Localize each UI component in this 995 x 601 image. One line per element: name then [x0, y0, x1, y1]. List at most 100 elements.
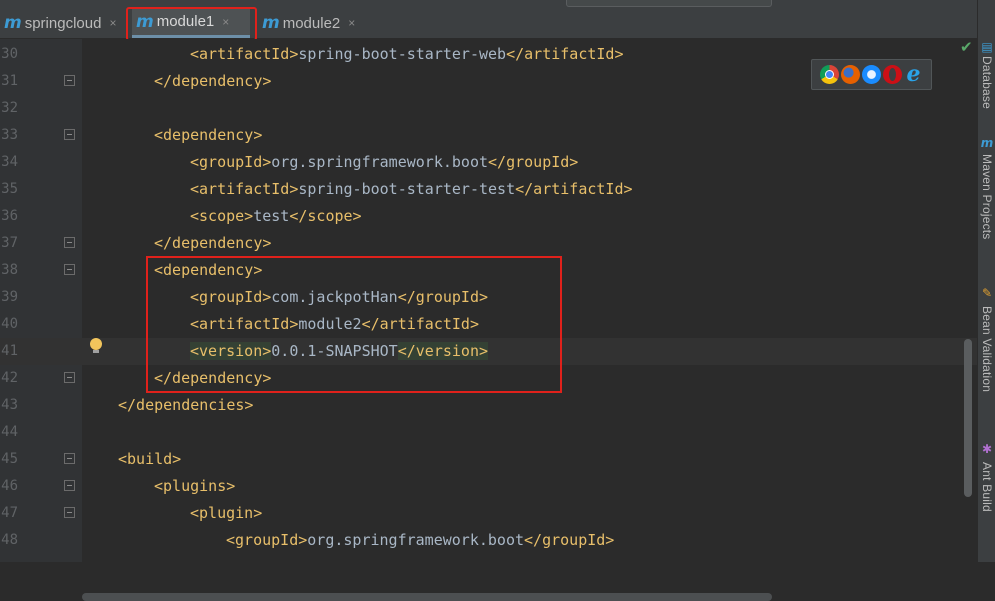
line-number: 36 — [1, 208, 18, 224]
side-button-bean-validation[interactable]: ✎ Bean Validation — [978, 286, 995, 406]
code-line[interactable]: 36 <scope>test</scope> — [0, 203, 977, 230]
line-number: 44 — [1, 424, 18, 440]
tab-module2[interactable]: m module2 × — [258, 8, 368, 38]
xml-tag: <build> — [118, 450, 182, 468]
line-number: 32 — [1, 100, 18, 116]
line-number: 38 — [1, 262, 18, 278]
fold-marker-icon[interactable] — [64, 372, 75, 383]
code-text: </dependency> — [154, 68, 271, 95]
code-text: </dependencies> — [118, 392, 253, 419]
line-number: 39 — [1, 289, 18, 305]
xml-tag: <plugin> — [190, 504, 263, 522]
xml-text: spring-boot-starter-test — [298, 180, 516, 198]
vertical-scrollbar[interactable] — [964, 339, 972, 497]
lightbulb-icon[interactable] — [90, 338, 102, 353]
side-button-ant-build[interactable]: ✱ Ant Build — [978, 442, 995, 522]
line-number: 48 — [1, 532, 18, 548]
code-line[interactable]: 34 <groupId>org.springframework.boot</gro… — [0, 149, 977, 176]
code-line[interactable]: 33 <dependency> — [0, 122, 977, 149]
xml-tag: </dependency> — [154, 234, 272, 252]
tab-label: module2 — [282, 14, 341, 32]
code-text: <plugin> — [190, 500, 262, 527]
xml-tag: </dependencies> — [118, 396, 254, 414]
code-line[interactable]: 45 <build> — [0, 446, 977, 473]
line-number: 41 — [1, 343, 18, 359]
code-line[interactable]: 37 </dependency> — [0, 230, 977, 257]
fold-marker-icon[interactable] — [64, 480, 75, 491]
code-text: <groupId>org.springframework.boot</group… — [226, 527, 614, 554]
ant-build-icon: ✱ — [981, 442, 993, 456]
xml-tag: <plugins> — [154, 477, 236, 495]
code-line[interactable]: 35 <artifactId>spring-boot-starter-test</… — [0, 176, 977, 203]
maven-m-icon: m — [4, 13, 22, 33]
editor-tab-bar: m springcloud × m module1 × m module2 × — [0, 0, 977, 41]
ie-icon[interactable]: e — [904, 63, 924, 85]
database-icon: ▤ — [981, 40, 993, 54]
right-tool-panel: ▤ Database m Maven Projects ✎ Bean Valid… — [977, 0, 995, 562]
bean-validation-icon: ✎ — [981, 286, 993, 300]
tab-highlight-box — [126, 7, 257, 41]
xml-tag: </artifactId> — [515, 180, 633, 198]
code-line[interactable]: 48 <groupId>org.springframework.boot</gro… — [0, 527, 977, 554]
line-number: 45 — [1, 451, 18, 467]
xml-tag: </groupId> — [488, 153, 579, 171]
code-text: <artifactId>spring-boot-starter-web</art… — [190, 41, 624, 68]
firefox-icon[interactable] — [840, 65, 860, 84]
side-label: Maven Projects — [980, 154, 994, 240]
line-number: 46 — [1, 478, 18, 494]
xml-tag: </scope> — [289, 207, 362, 225]
xml-tag: <groupId> — [226, 531, 308, 549]
line-number: 42 — [1, 370, 18, 386]
code-line[interactable]: 46 <plugins> — [0, 473, 977, 500]
dependency-highlight-box — [146, 256, 562, 393]
safari-icon[interactable] — [861, 65, 881, 84]
close-icon[interactable]: × — [109, 16, 116, 30]
code-line[interactable]: 43 </dependencies> — [0, 392, 977, 419]
code-text: <scope>test</scope> — [190, 203, 362, 230]
xml-text: test — [253, 207, 290, 225]
xml-tag: </artifactId> — [506, 45, 624, 63]
line-number: 33 — [1, 127, 18, 143]
side-button-maven-projects[interactable]: m Maven Projects — [978, 136, 995, 256]
check-icon: ✔ — [960, 38, 973, 56]
line-number: 34 — [1, 154, 18, 170]
opera-icon[interactable] — [882, 65, 902, 84]
code-line[interactable]: 44 — [0, 419, 977, 446]
chrome-icon[interactable] — [819, 65, 839, 84]
maven-m-icon: m — [262, 13, 280, 33]
browser-preview-bar: e — [811, 59, 932, 90]
xml-tag: <scope> — [190, 207, 254, 225]
code-text: </dependency> — [154, 230, 271, 257]
maven-projects-icon: m — [980, 136, 994, 150]
fold-marker-icon[interactable] — [64, 264, 75, 275]
code-text: <plugins> — [154, 473, 235, 500]
line-number: 37 — [1, 235, 18, 251]
xml-tag: </groupId> — [524, 531, 615, 549]
line-number: 43 — [1, 397, 18, 413]
horizontal-scrollbar[interactable] — [82, 593, 772, 601]
fold-marker-icon[interactable] — [64, 453, 75, 464]
xml-text: org.springframework.boot — [271, 153, 489, 171]
xml-tag: <dependency> — [154, 126, 263, 144]
side-label: Bean Validation — [980, 306, 994, 393]
fold-marker-icon[interactable] — [64, 237, 75, 248]
side-label: Ant Build — [980, 462, 994, 512]
search-field[interactable] — [566, 0, 772, 7]
fold-marker-icon[interactable] — [64, 507, 75, 518]
line-number: 31 — [1, 73, 18, 89]
xml-text: org.springframework.boot — [307, 531, 525, 549]
xml-tag: <artifactId> — [190, 180, 299, 198]
fold-marker-icon[interactable] — [64, 75, 75, 86]
line-number: 30 — [1, 46, 18, 62]
close-icon[interactable]: × — [348, 16, 355, 30]
code-line[interactable]: 47 <plugin> — [0, 500, 977, 527]
xml-tag: </dependency> — [154, 72, 272, 90]
side-label: Database — [980, 56, 994, 109]
tab-springcloud[interactable]: m springcloud × — [0, 8, 126, 38]
code-editor[interactable]: 30 <artifactId>spring-boot-starter-web</a… — [0, 39, 977, 601]
line-number: 35 — [1, 181, 18, 197]
side-button-database[interactable]: ▤ Database — [978, 40, 995, 110]
fold-marker-icon[interactable] — [64, 129, 75, 140]
line-number: 40 — [1, 316, 18, 332]
code-line[interactable]: 32 — [0, 95, 977, 122]
